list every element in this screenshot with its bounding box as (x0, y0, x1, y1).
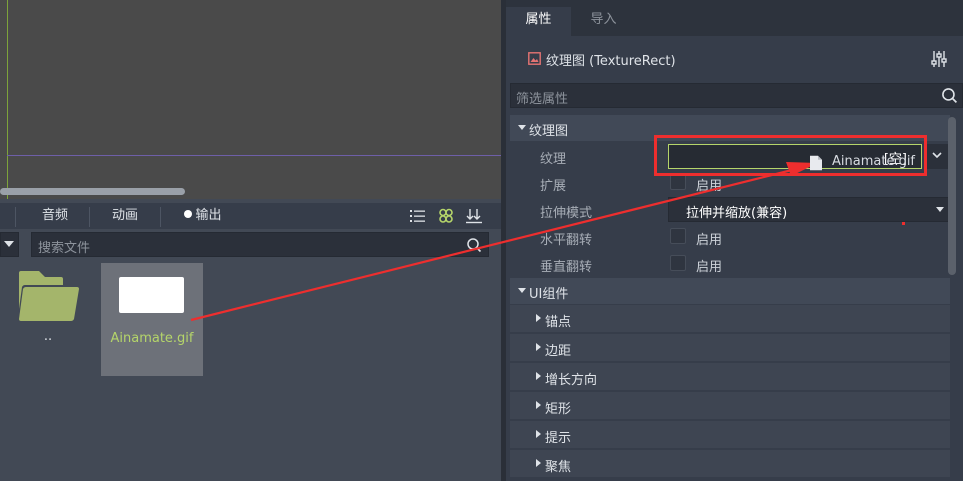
inspector-scrollbar[interactable] (948, 115, 956, 481)
subsection-label: 边距 (545, 344, 572, 359)
tab-animation[interactable]: 动画 (98, 203, 152, 229)
chevron-down-icon (518, 125, 526, 130)
chevron-right-icon (536, 430, 541, 438)
subsection-grow-direction[interactable]: 增长方向 (510, 363, 950, 390)
texture-rect-icon (528, 52, 541, 65)
viewport-horizontal-scrollbar[interactable] (0, 188, 185, 195)
chevron-right-icon (536, 343, 541, 351)
image-thumbnail (119, 277, 184, 313)
chevron-right-icon (536, 401, 541, 409)
folder-icon (19, 271, 79, 321)
chevron-right-icon (536, 372, 541, 380)
subsection-anchors[interactable]: 锚点 (510, 305, 950, 332)
tab-separator (160, 207, 161, 227)
tab-output[interactable]: 输出 (170, 203, 236, 229)
file-item-ainamate-gif[interactable]: Ainamate.gif (101, 263, 203, 376)
bottom-panel: 音频 动画 输出 搜索文件 .. Ainamate.gif (0, 199, 501, 481)
tab-separator (15, 207, 16, 227)
chevron-down-icon (936, 207, 944, 212)
checkbox-label: 启用 (696, 260, 723, 275)
tab-audio[interactable]: 音频 (28, 203, 82, 229)
checkbox-label: 启用 (696, 233, 723, 248)
node-title: 纹理图 (TextureRect) (546, 54, 676, 69)
chevron-right-icon (536, 459, 541, 467)
viewport-y-axis-line (7, 0, 8, 199)
chevron-down-icon (518, 288, 526, 293)
tab-import[interactable]: 导入 (571, 7, 636, 36)
property-label: 扩展 (540, 179, 567, 194)
file-item-parent-folder[interactable]: .. (0, 263, 96, 376)
file-icon (810, 155, 822, 171)
subsection-hint[interactable]: 提示 (510, 421, 950, 448)
stretch-mode-select[interactable]: 拉伸并缩放(兼容) (668, 197, 950, 222)
chevron-right-icon (536, 314, 541, 322)
search-icon (467, 238, 482, 253)
subsection-label: 聚焦 (545, 460, 572, 475)
subsection-label: 矩形 (545, 402, 572, 417)
viewport-2d[interactable] (0, 0, 501, 199)
drag-file-name: Ainamate.gif (832, 154, 916, 169)
tab-inspector[interactable]: 属性 (506, 7, 571, 36)
subsection-margins[interactable]: 边距 (510, 334, 950, 361)
property-filter-placeholder: 筛选属性 (516, 92, 569, 107)
file-name-label: Ainamate.gif (110, 331, 194, 346)
bottom-tab-bar: 音频 动画 输出 (0, 203, 501, 229)
property-filter-input[interactable]: 筛选属性 (510, 83, 963, 108)
file-filter-row: 搜索文件 (0, 232, 501, 258)
subsection-focus[interactable]: 聚焦 (510, 450, 950, 477)
stretch-mode-value: 拉伸并缩放(兼容) (686, 206, 788, 221)
output-status-dot (184, 210, 193, 218)
property-label: 水平翻转 (540, 233, 593, 248)
section-control[interactable]: UI组件 (510, 278, 950, 304)
tab-separator (89, 207, 90, 227)
inspected-node-header: 纹理图 (TextureRect) (506, 44, 963, 74)
inspector-dock: 属性 导入 纹理图 (TextureRect) 筛选属性 纹理图 纹理 [空] … (506, 0, 963, 481)
section-label: 纹理图 (529, 124, 569, 139)
expand-checkbox[interactable] (670, 174, 686, 190)
subsection-label: 增长方向 (545, 373, 598, 388)
flip-h-checkbox[interactable] (670, 228, 686, 244)
list-view-icon[interactable] (409, 208, 427, 224)
file-grid: .. Ainamate.gif (0, 263, 501, 481)
annotation-mark (902, 222, 905, 225)
viewport-x-axis-line (7, 155, 501, 156)
texture-dropdown-button[interactable] (925, 144, 950, 169)
file-search-input[interactable]: 搜索文件 (31, 232, 489, 257)
property-label: 拉伸模式 (540, 206, 593, 221)
file-name-label: .. (43, 329, 53, 344)
property-flip-v: 垂直翻转 启用 (510, 250, 950, 277)
subsection-rect[interactable]: 矩形 (510, 392, 950, 419)
scrollbar-thumb[interactable] (948, 117, 956, 275)
file-search-placeholder: 搜索文件 (38, 241, 91, 256)
property-flip-h: 水平翻转 启用 (510, 223, 950, 250)
inspector-tab-bar: 属性 导入 (506, 0, 963, 36)
tab-output-label: 输出 (195, 208, 222, 223)
checkbox-label: 启用 (696, 179, 723, 194)
chevron-down-icon (4, 241, 14, 247)
chevron-down-icon (932, 152, 942, 159)
section-label: UI组件 (529, 287, 569, 302)
sliders-icon[interactable] (930, 50, 948, 68)
thumbnail-view-icon[interactable] (437, 208, 455, 224)
search-icon (942, 88, 958, 104)
sort-icon[interactable] (465, 208, 483, 224)
subsection-label: 锚点 (545, 315, 572, 330)
subsection-label: 提示 (545, 431, 572, 446)
property-label: 纹理 (540, 152, 567, 167)
property-label: 垂直翻转 (540, 260, 593, 275)
path-dropdown[interactable] (0, 232, 19, 257)
flip-v-checkbox[interactable] (670, 255, 686, 271)
